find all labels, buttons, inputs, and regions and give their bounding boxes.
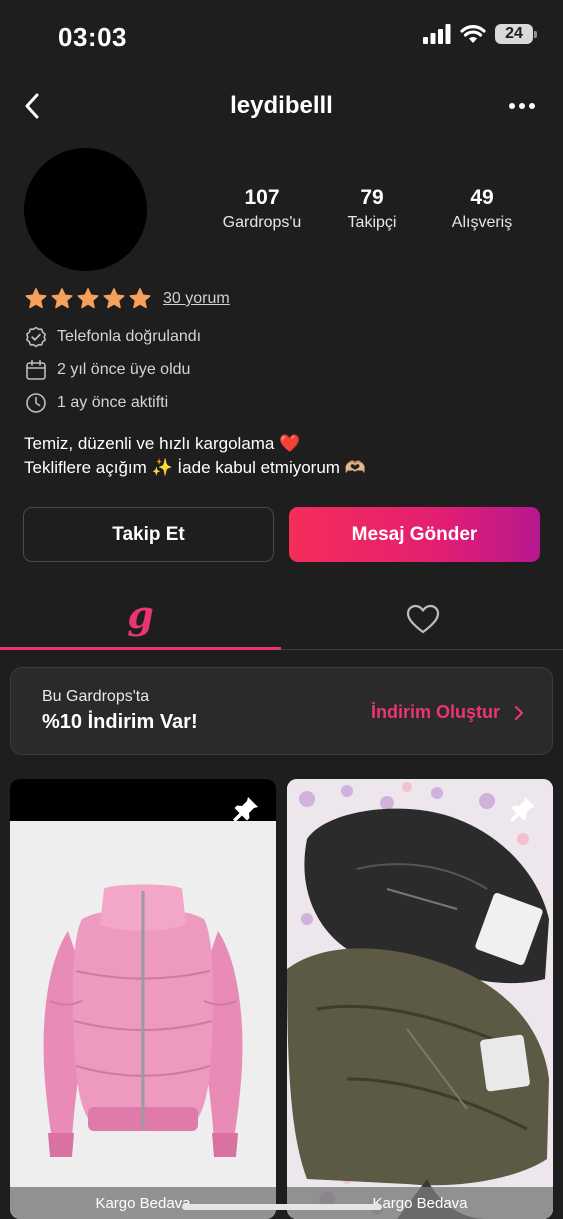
stat-wardrobe[interactable]: 107 Gardrops'u bbox=[206, 186, 318, 232]
tab-wardrobe[interactable]: g bbox=[0, 588, 281, 650]
nav-bar: leydibelll bbox=[0, 80, 563, 132]
stat-followers[interactable]: 79 Takipçi bbox=[329, 186, 415, 232]
stat-label: Takipçi bbox=[347, 214, 397, 231]
status-time: 03:03 bbox=[58, 22, 127, 52]
star-icon bbox=[51, 288, 73, 309]
pink-puffer-jacket-image bbox=[10, 821, 276, 1219]
tab-favorites[interactable] bbox=[282, 588, 563, 649]
battery-level: 24 bbox=[505, 25, 523, 42]
product-card[interactable]: Kargo Bedava bbox=[287, 779, 553, 1219]
stat-value: 49 bbox=[470, 186, 494, 209]
rating: 30 yorum bbox=[24, 285, 230, 313]
info-verified: Telefonla doğrulandı bbox=[24, 324, 201, 350]
bio-line: Tekliflere açığım ✨ İade kabul etmiyorum… bbox=[24, 458, 366, 477]
chevron-right-icon bbox=[514, 705, 524, 720]
product-card[interactable]: Kargo Bedava bbox=[10, 779, 276, 1219]
pin-icon[interactable] bbox=[509, 795, 537, 823]
stat-value: 79 bbox=[360, 186, 384, 209]
info-text: Telefonla doğrulandı bbox=[57, 328, 202, 345]
stat-value: 107 bbox=[244, 186, 280, 209]
more-dots-icon bbox=[509, 103, 535, 109]
bio: Temiz, düzenli ve hızlı kargolama ❤️ Tek… bbox=[24, 432, 366, 480]
pin-icon[interactable] bbox=[232, 795, 260, 823]
create-discount-label: İndirim Oluştur bbox=[370, 702, 500, 722]
create-discount-link[interactable]: İndirim Oluştur bbox=[371, 702, 524, 723]
info-text: 1 ay önce aktifti bbox=[57, 394, 169, 411]
reviews-link[interactable]: 30 yorum bbox=[163, 290, 230, 308]
send-message-button[interactable]: Mesaj Gönder bbox=[289, 507, 540, 562]
status-bar: 03:03 24 bbox=[0, 0, 563, 76]
star-rating bbox=[24, 287, 154, 311]
star-icon bbox=[77, 288, 99, 309]
info-last-active: 1 ay önce aktifti bbox=[24, 390, 168, 416]
star-icon bbox=[103, 288, 125, 309]
battery-icon: 24 bbox=[495, 24, 537, 44]
avatar[interactable] bbox=[24, 148, 147, 271]
signal-icon bbox=[423, 24, 451, 44]
stat-label: Gardrops'u bbox=[222, 214, 302, 231]
star-icon bbox=[129, 288, 151, 309]
bio-line: Temiz, düzenli ve hızlı kargolama ❤️ bbox=[24, 434, 301, 453]
stat-label: Alışveriş bbox=[451, 214, 513, 231]
heart-icon bbox=[406, 604, 439, 633]
wifi-icon bbox=[460, 25, 486, 43]
profile-tabs: g bbox=[0, 588, 563, 650]
leather-jackets-image bbox=[287, 779, 553, 1219]
more-options-button[interactable] bbox=[503, 94, 541, 118]
free-shipping-label: Kargo Bedava bbox=[10, 1187, 276, 1219]
profile-stats: 107 Gardrops'u 79 Takipçi 49 Alışveriş bbox=[206, 186, 546, 236]
info-member-since: 2 yıl önce üye oldu bbox=[24, 357, 190, 383]
clock-icon bbox=[24, 391, 48, 415]
discount-title: %10 İndirim Var! bbox=[42, 711, 198, 733]
follow-button[interactable]: Takip Et bbox=[23, 507, 274, 562]
stat-purchases[interactable]: 49 Alışveriş bbox=[430, 186, 534, 232]
verified-badge-icon bbox=[24, 325, 48, 349]
gardrops-g-icon: g bbox=[127, 591, 154, 637]
discount-subtitle: Bu Gardrops'ta bbox=[42, 688, 150, 705]
discount-banner[interactable]: Bu Gardrops'ta %10 İndirim Var! İndirim … bbox=[10, 667, 553, 755]
info-text: 2 yıl önce üye oldu bbox=[57, 361, 191, 378]
calendar-icon bbox=[24, 358, 48, 382]
star-icon bbox=[25, 288, 47, 309]
page-title: leydibelll bbox=[230, 92, 333, 119]
free-shipping-label: Kargo Bedava bbox=[287, 1187, 553, 1219]
status-icons: 24 bbox=[423, 24, 537, 44]
home-indicator bbox=[182, 1204, 382, 1210]
